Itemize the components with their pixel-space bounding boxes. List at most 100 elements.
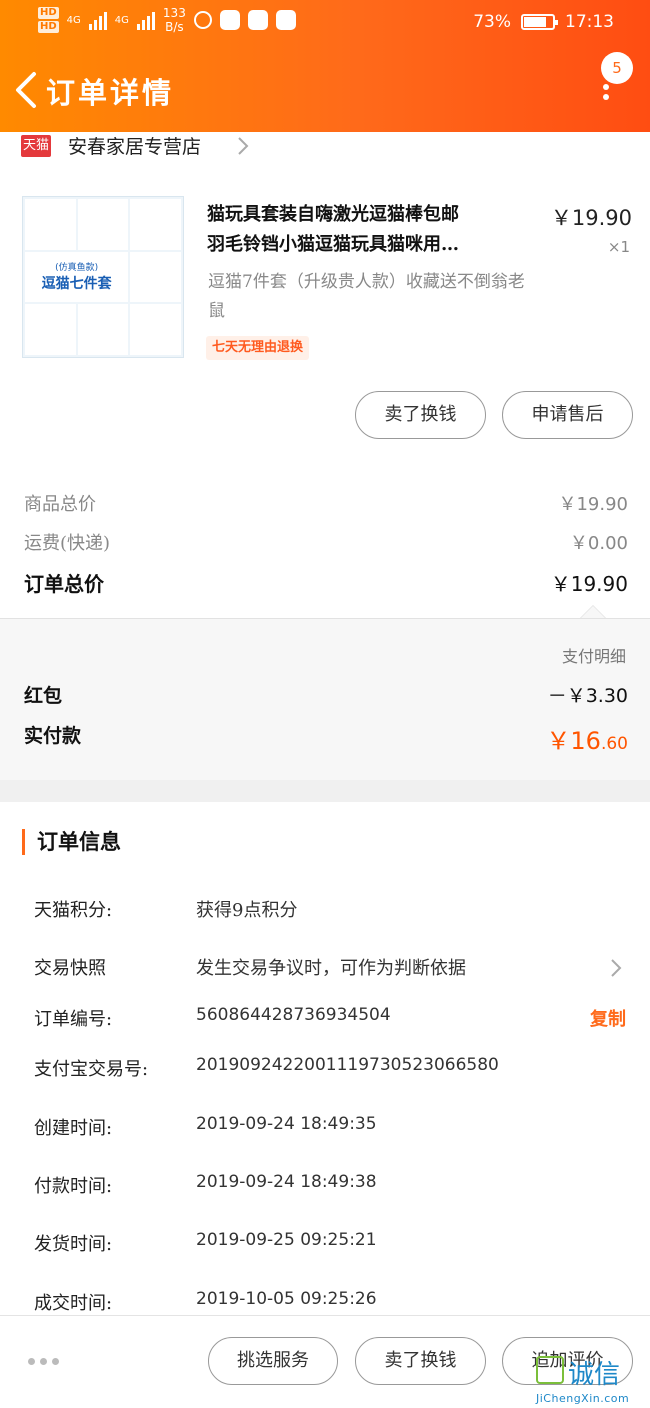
product-title-line-1[interactable]: 猫玩具套装自嗨激光逗猫棒包邮 <box>207 200 537 229</box>
watermark-text: 诚信 <box>568 1360 621 1390</box>
tmall-logo: 天猫 <box>21 135 51 157</box>
circle-icon <box>193 11 212 29</box>
points-label: 天猫积分: <box>34 900 113 921</box>
image-cell <box>130 199 181 250</box>
signal-icon <box>88 10 107 30</box>
watermark: 诚信 JiChengXin.com <box>536 1356 650 1408</box>
watermark-url: JiChengXin.com <box>536 1392 630 1405</box>
actual-payment-integer: 16 <box>570 727 601 755</box>
hd-label-1: HD <box>38 7 59 19</box>
battery-percent: 73% <box>473 12 511 32</box>
nav-bar: 订单详情 <box>0 56 650 126</box>
order-total-value: ￥19.90 <box>550 572 628 596</box>
status-right: 73% 17:13 <box>473 12 614 32</box>
shipped-time-value: 2019-09-25 09:25:21 <box>196 1230 377 1250</box>
message-count-badge[interactable]: 5 <box>601 52 633 84</box>
chevron-right-icon <box>238 137 249 155</box>
alipay-number-value: 2019092422001119730523066580 <box>196 1055 499 1075</box>
product-quantity: ×1 <box>607 238 630 256</box>
snapshot-label: 交易快照 <box>34 958 106 979</box>
info-row-created-time: 创建时间: 2019-09-24 18:49:35 <box>0 1114 650 1148</box>
created-time-label: 创建时间: <box>34 1118 113 1139</box>
watermark-logo-icon <box>536 1356 564 1384</box>
net-speed-unit: B/s <box>165 20 184 34</box>
page-title: 订单详情 <box>46 76 175 110</box>
order-info-title: 订单信息 <box>22 829 121 855</box>
pick-service-button[interactable]: 挑选服务 <box>208 1337 338 1385</box>
red-packet-value: －￥3.30 <box>547 685 628 707</box>
copy-button[interactable]: 复制 <box>590 1005 626 1031</box>
info-row-order-number: 订单编号: 560864428736934504 复制 <box>0 1005 650 1039</box>
product-spec: 逗猫7件套（升级贵人款）收藏送不倒翁老鼠 <box>208 272 525 321</box>
net-speed: 133 B/s <box>163 6 186 34</box>
actual-payment-decimal: .60 <box>600 734 628 754</box>
shipping-label: 运费(快递) <box>24 533 111 554</box>
alipay-number-label: 支付宝交易号: <box>34 1059 149 1080</box>
status-left: HD HD 4G 4G 133 B/s <box>38 6 296 34</box>
order-number-label: 订单编号: <box>34 1009 113 1030</box>
info-row-points: 天猫积分: 获得9点积分 <box>0 896 650 930</box>
paid-time-value: 2019-09-24 18:49:38 <box>196 1172 377 1192</box>
created-time-value: 2019-09-24 18:49:35 <box>196 1114 377 1134</box>
clock: 17:13 <box>565 12 614 32</box>
order-number-value: 560864428736934504 <box>196 1005 391 1025</box>
image-cell <box>77 304 129 355</box>
info-row-paid-time: 付款时间: 2019-09-24 18:49:38 <box>0 1172 650 1206</box>
payment-detail-label: 支付明细 <box>561 647 626 666</box>
image-cell <box>130 251 181 303</box>
goods-total-label: 商品总价 <box>24 494 96 515</box>
signal-icon-2 <box>136 10 155 30</box>
shipping-row: 运费(快递) ￥0.00 <box>0 529 650 565</box>
battery-icon <box>521 14 558 30</box>
more-options-icon[interactable] <box>28 1358 59 1365</box>
payment-caret <box>580 605 606 618</box>
actual-payment-value: ￥16.60 <box>546 721 628 756</box>
points-value: 获得9点积分 <box>196 900 298 921</box>
image-caption-text: 逗猫七件套 <box>41 276 112 293</box>
chevron-right-icon <box>611 959 622 977</box>
order-total-label: 订单总价 <box>24 572 104 596</box>
goods-total-row: 商品总价 ￥19.90 <box>0 490 650 526</box>
after-sale-button[interactable]: 申请售后 <box>502 391 633 439</box>
product-image[interactable]: (仿真鱼款) 逗猫七件套 <box>22 196 184 358</box>
browser-notification-icon <box>247 10 268 30</box>
image-cell <box>25 304 76 355</box>
red-packet-label: 红包 <box>24 685 63 707</box>
top-bar: HD HD 4G 4G 133 B/s 73% 17:13 订单详情 5 <box>0 0 650 132</box>
paid-time-label: 付款时间: <box>34 1176 113 1197</box>
status-bar: HD HD 4G 4G 133 B/s 73% 17:13 <box>0 0 650 46</box>
resell-button-bottom[interactable]: 卖了换钱 <box>355 1337 486 1385</box>
product-title-line-2[interactable]: 羽毛铃铛小猫逗猫玩具猫咪用… <box>207 230 537 259</box>
hd-label-2: HD <box>38 21 59 33</box>
product-item[interactable]: (仿真鱼款) 逗猫七件套 猫玩具套装自嗨激光逗猫棒包邮 羽毛铃铛小猫逗猫玩具猫咪… <box>0 190 650 370</box>
snapshot-value: 发生交易争议时，可作为判断依据 <box>196 958 466 979</box>
image-cell <box>77 199 129 250</box>
mobile-notification-icon <box>275 10 296 30</box>
info-row-alipay-number: 支付宝交易号: 2019092422001119730523066580 <box>0 1055 650 1089</box>
image-cell <box>130 304 181 355</box>
actual-payment-currency: ￥ <box>546 727 571 755</box>
resell-button[interactable]: 卖了换钱 <box>355 391 486 439</box>
store-row[interactable]: 天猫 安春家居专营店 <box>0 132 650 168</box>
store-name[interactable]: 安春家居专营店 <box>68 132 201 159</box>
product-price: ￥19.90 <box>550 206 632 230</box>
image-caption: (仿真鱼款) 逗猫七件套 <box>25 251 129 303</box>
more-menu-icon[interactable] <box>603 84 611 104</box>
signal-4g-label-2: 4G <box>114 14 129 26</box>
shipping-value: ￥0.00 <box>569 533 628 554</box>
actual-payment-label: 实付款 <box>24 725 82 747</box>
order-total-row: 订单总价 ￥19.90 <box>0 568 650 604</box>
return-policy-badge: 七天无理由退换 <box>206 336 310 360</box>
info-row-shipped-time: 发货时间: 2019-09-25 09:25:21 <box>0 1230 650 1264</box>
shipped-time-label: 发货时间: <box>34 1234 113 1255</box>
goods-total-value: ￥19.90 <box>558 494 628 515</box>
completed-time-label: 成交时间: <box>34 1293 113 1314</box>
info-row-snapshot[interactable]: 交易快照 发生交易争议时，可作为判断依据 <box>0 954 650 988</box>
section-divider <box>0 780 650 802</box>
image-subcaption: (仿真鱼款) <box>55 263 99 274</box>
image-cell <box>25 199 76 250</box>
signal-4g-label-1: 4G <box>66 14 81 26</box>
app-notification-icon <box>219 10 240 30</box>
hd-indicator: HD HD <box>38 7 59 33</box>
back-arrow-icon[interactable] <box>12 70 40 110</box>
